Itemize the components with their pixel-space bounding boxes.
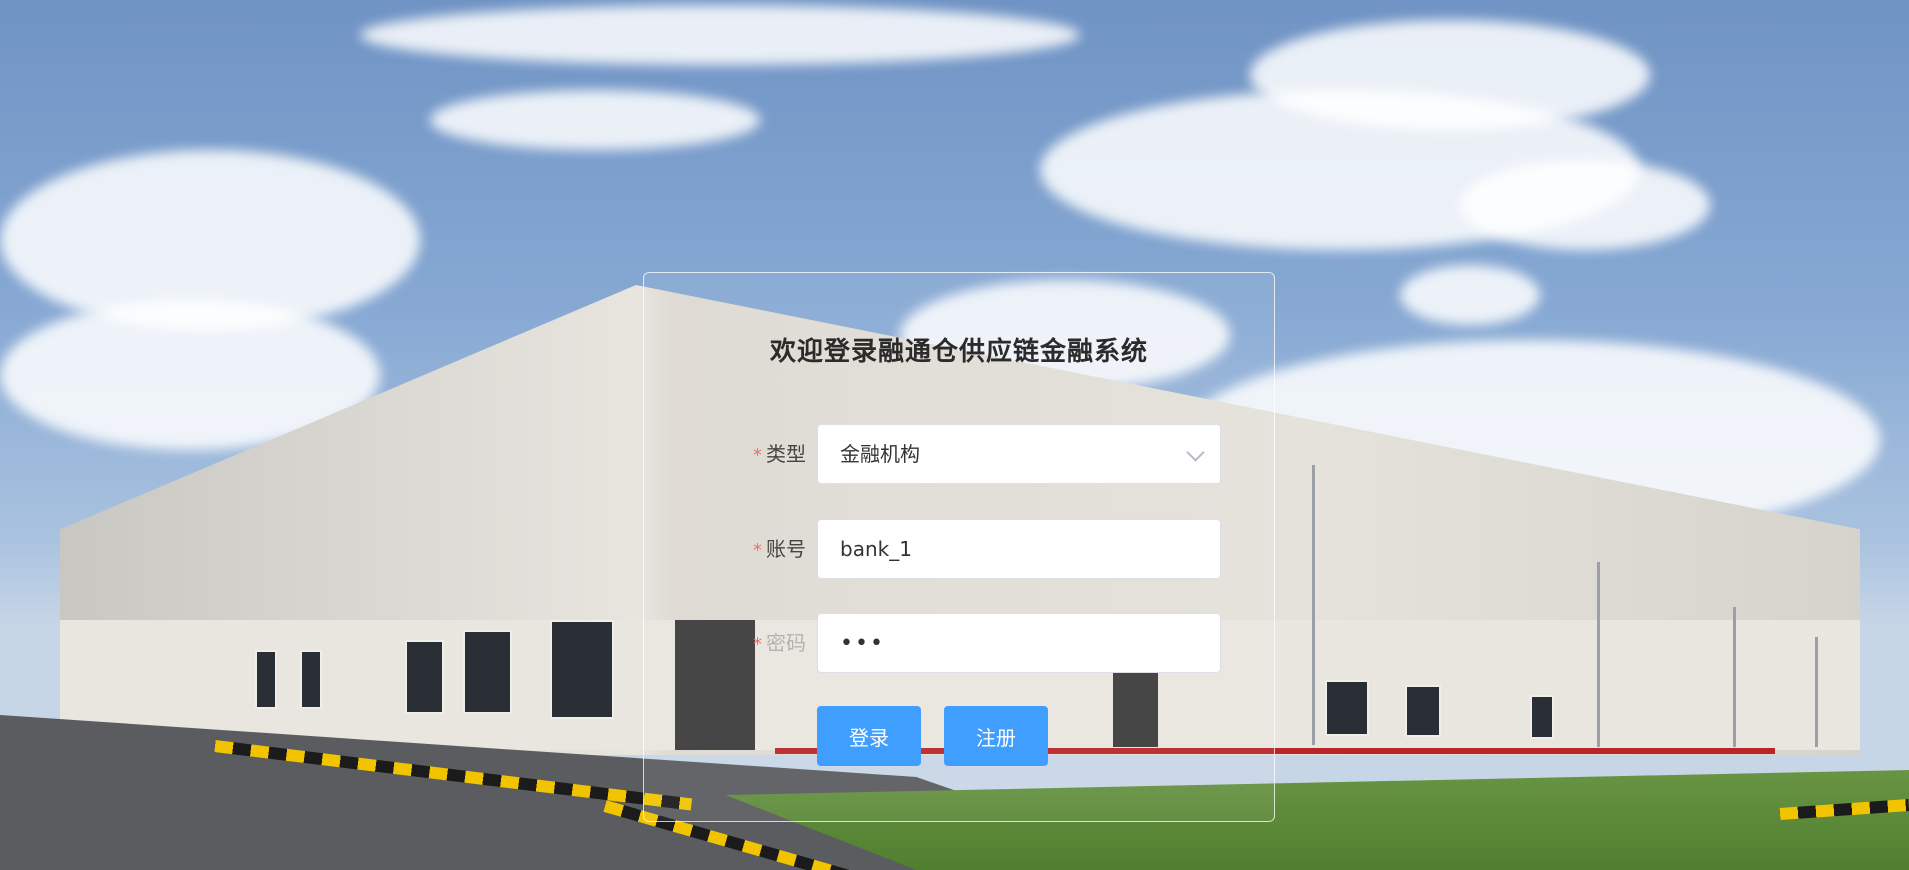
cloud xyxy=(430,90,760,150)
window xyxy=(1405,685,1441,737)
window xyxy=(300,650,322,709)
light-pole xyxy=(1312,465,1315,745)
login-card: 欢迎登录融通仓供应链金融系统 * 类型 金融机构 * 账号 bank_1 * 密码 •… xyxy=(643,272,1275,822)
cloud xyxy=(360,5,1080,65)
type-label: * 类型 xyxy=(753,424,806,484)
light-pole xyxy=(1597,562,1600,747)
account-input-value: bank_1 xyxy=(840,537,912,561)
password-label-text: 密码 xyxy=(766,631,806,655)
window xyxy=(1530,695,1554,739)
window xyxy=(255,650,277,709)
password-label: * 密码 xyxy=(753,613,806,673)
window xyxy=(550,620,614,719)
required-mark: * xyxy=(753,634,762,655)
password-input[interactable]: ••• xyxy=(817,613,1221,673)
password-input-value: ••• xyxy=(840,631,885,656)
login-button[interactable]: 登录 xyxy=(817,706,921,766)
cloud xyxy=(1400,265,1540,325)
required-mark: * xyxy=(753,445,762,466)
register-button[interactable]: 注册 xyxy=(944,706,1048,766)
account-input[interactable]: bank_1 xyxy=(817,519,1221,579)
required-mark: * xyxy=(753,540,762,561)
chevron-down-icon[interactable] xyxy=(1186,443,1205,462)
light-pole xyxy=(1733,607,1736,747)
form-row-password: * 密码 ••• xyxy=(644,613,1274,673)
cloud xyxy=(1460,160,1710,250)
form-row-account: * 账号 bank_1 xyxy=(644,519,1274,579)
account-label-text: 账号 xyxy=(766,537,806,561)
login-title: 欢迎登录融通仓供应链金融系统 xyxy=(769,337,1148,367)
cloud xyxy=(1250,20,1650,130)
type-select[interactable]: 金融机构 xyxy=(817,424,1221,484)
account-label: * 账号 xyxy=(753,519,806,579)
window xyxy=(405,640,444,714)
window xyxy=(1325,680,1369,736)
type-label-text: 类型 xyxy=(766,442,806,466)
window xyxy=(463,630,512,714)
form-row-type: * 类型 金融机构 xyxy=(644,424,1274,484)
type-select-value: 金融机构 xyxy=(840,442,920,466)
light-pole xyxy=(1815,637,1818,747)
